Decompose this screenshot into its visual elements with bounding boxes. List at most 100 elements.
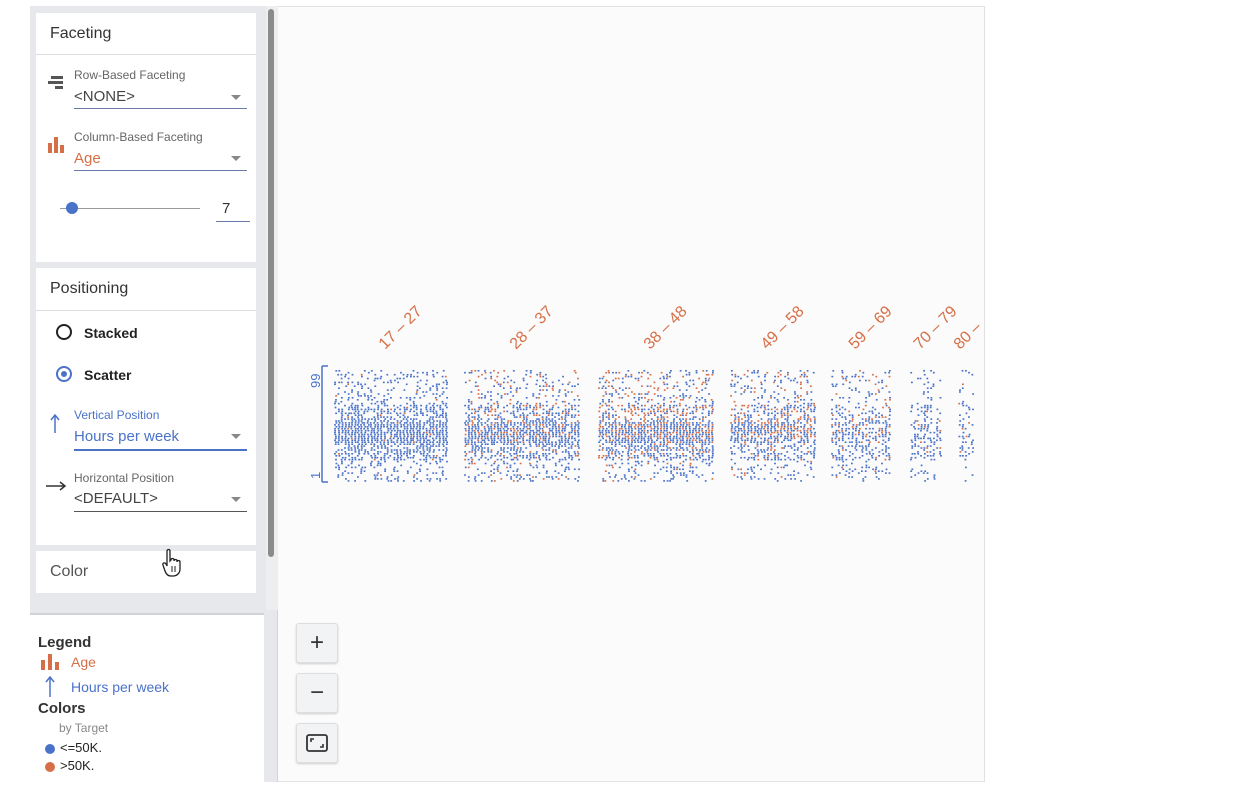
facet-column[interactable]: 70 – 79 <box>910 303 961 482</box>
facet-column[interactable]: 17 – 27 <box>334 303 448 482</box>
scatter-point <box>803 431 806 434</box>
scatter-point <box>757 414 760 416</box>
scatter-point <box>568 456 570 459</box>
scatter-point <box>561 474 563 476</box>
vertical-position-select[interactable]: Hours per week <box>74 428 179 445</box>
scatter-point <box>614 418 617 420</box>
scatter-point <box>835 474 838 476</box>
scatter-point <box>435 416 438 418</box>
scatter-point <box>500 418 503 420</box>
scatter-point <box>692 406 695 409</box>
scatter-point <box>682 460 685 463</box>
bins-slider-track[interactable] <box>60 208 200 209</box>
row-faceting-select[interactable]: <NONE> <box>74 88 135 105</box>
scatter-point <box>958 424 961 426</box>
scatter-point <box>367 453 370 455</box>
scatter-point <box>756 449 759 451</box>
facet-column[interactable]: 49 – 58 <box>730 303 816 482</box>
scatter-point <box>396 460 399 463</box>
scatter-point <box>535 424 538 426</box>
zoom-out-button[interactable]: − <box>296 673 338 713</box>
scatter-point <box>757 433 760 436</box>
scatter-point <box>612 414 614 416</box>
facet-column[interactable]: 80 – <box>951 319 985 482</box>
scatter-point <box>749 422 752 424</box>
scatter-point <box>760 468 762 471</box>
scatter-point <box>770 441 773 443</box>
scatter-label[interactable]: Scatter <box>84 367 131 383</box>
bins-slider-knob[interactable] <box>66 202 78 214</box>
zoom-in-button[interactable]: + <box>296 623 338 663</box>
scatter-point <box>676 424 679 426</box>
scatter-point <box>503 437 505 440</box>
facet-column[interactable]: 38 – 48 <box>598 303 714 482</box>
scatter-point <box>689 395 692 397</box>
scatter-point <box>529 426 532 428</box>
scatter-point <box>813 441 815 443</box>
scatter-point <box>604 429 607 432</box>
stacked-label[interactable]: Stacked <box>84 325 138 341</box>
bins-input[interactable]: 7 <box>222 200 230 217</box>
visualization-canvas[interactable]: 99 1 17 – 27 28 – 37 38 – 48 49 – 58 59 – 69 70… <box>278 6 985 782</box>
chevron-down-icon[interactable] <box>231 497 241 502</box>
scatter-point <box>711 412 713 415</box>
scatter-point <box>552 431 554 434</box>
scatter-point <box>367 429 370 432</box>
scatter-point <box>914 420 917 422</box>
scatter-point <box>552 451 554 453</box>
scatter-point <box>357 447 359 449</box>
scatter-point <box>686 437 689 440</box>
facet-column[interactable]: 28 – 37 <box>464 303 581 482</box>
fit-to-screen-button[interactable] <box>296 723 338 763</box>
scatter-point <box>701 397 703 399</box>
color-card[interactable]: Color <box>36 551 256 593</box>
scatter-point <box>467 416 470 418</box>
scatter-point <box>423 458 425 461</box>
scatter-point <box>764 424 767 426</box>
facet-scatter-chart[interactable]: 99117 – 27 28 – 37 38 – 48 49 – 58 59 – 69 70… <box>278 6 985 782</box>
stacked-radio[interactable] <box>56 324 72 340</box>
scatter-point <box>413 397 416 399</box>
scatter-point <box>515 456 518 459</box>
scatter-point <box>468 408 471 411</box>
chevron-down-icon[interactable] <box>231 95 241 100</box>
scatter-point <box>659 420 662 422</box>
scatter-point <box>650 418 653 420</box>
scatter-point <box>558 414 560 416</box>
scatter-point <box>445 416 447 418</box>
scatter-point <box>854 389 857 391</box>
scatter-point <box>855 439 858 442</box>
scatter-point <box>610 406 613 409</box>
scatter-point <box>445 433 448 436</box>
scatter-point <box>429 408 432 411</box>
scatter-point <box>351 460 353 463</box>
scatter-point <box>701 435 703 438</box>
column-faceting-select[interactable]: Age <box>74 150 101 167</box>
scatter-point <box>363 410 366 413</box>
scatter-point <box>662 437 665 440</box>
chevron-down-icon[interactable] <box>231 434 241 439</box>
color-title[interactable]: Color <box>50 563 88 581</box>
scatter-point <box>577 383 579 386</box>
facet-column[interactable]: 59 – 69 <box>831 303 896 482</box>
horizontal-position-select[interactable]: <DEFAULT> <box>74 490 158 507</box>
scatter-point <box>403 426 406 428</box>
panel-scrollbar-thumb[interactable] <box>268 9 274 557</box>
scatter-point <box>335 435 337 438</box>
scatter-point <box>396 426 399 428</box>
scatter-point <box>835 435 838 438</box>
chevron-down-icon[interactable] <box>231 156 241 161</box>
scatter-point <box>512 406 515 409</box>
scatter-point <box>380 437 382 440</box>
scatter-point <box>781 447 783 449</box>
scatter-radio[interactable] <box>56 366 72 382</box>
scatter-point <box>750 416 752 418</box>
scatter-point <box>475 445 477 447</box>
scatter-point <box>698 418 701 420</box>
scatter-point <box>712 371 714 374</box>
scatter-point <box>672 406 675 409</box>
scatter-point <box>522 439 525 442</box>
scatter-point <box>760 381 762 384</box>
scatter-point <box>643 426 646 428</box>
scatter-point <box>406 408 408 411</box>
